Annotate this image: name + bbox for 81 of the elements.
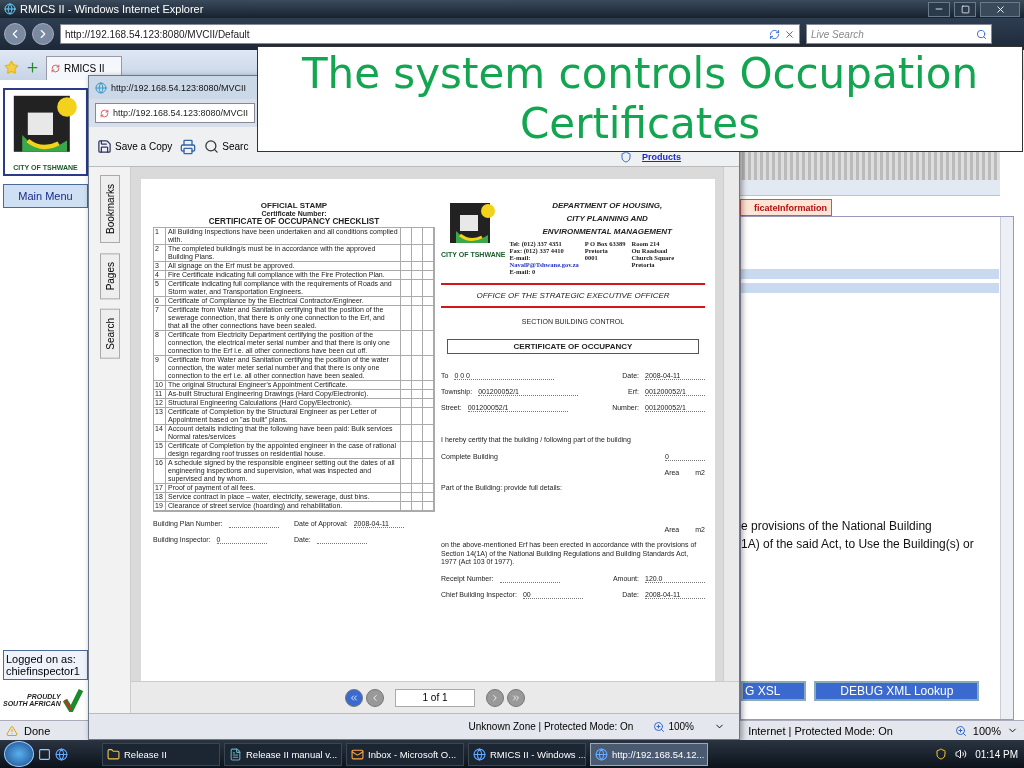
side-tab[interactable]: Search xyxy=(99,309,120,360)
save-copy-button[interactable]: Save a Copy xyxy=(97,139,173,154)
loading-icon xyxy=(51,64,60,73)
previous-icon xyxy=(370,692,380,703)
zone-text: Unknown Zone | Protected Mode: On xyxy=(468,721,634,732)
globe-icon xyxy=(4,3,16,15)
refresh-icon xyxy=(769,28,780,40)
globe-icon xyxy=(95,81,107,94)
mail-icon xyxy=(351,747,364,761)
close-button[interactable] xyxy=(980,1,1020,17)
back-button[interactable] xyxy=(4,23,26,45)
body-text: e provisions of the National Building xyxy=(741,519,933,533)
taskbar-item[interactable]: http://192.168.54.12... xyxy=(590,742,708,766)
zoom-level: 100% xyxy=(668,721,694,732)
products-link[interactable]: Products xyxy=(642,152,681,162)
search-icon xyxy=(976,28,987,40)
shield-icon xyxy=(620,151,632,163)
globe-icon xyxy=(595,747,608,761)
save-icon xyxy=(97,139,112,154)
forward-button[interactable] xyxy=(32,23,54,45)
main-menu-button[interactable]: Main Menu xyxy=(3,184,88,208)
printer-icon[interactable] xyxy=(180,138,197,155)
department-heading: ENVIRONMENTAL MANAGEMENT xyxy=(541,227,674,236)
volume-icon xyxy=(955,748,968,760)
address-field[interactable]: http://192.168.54.123:8080/MVCII/Default xyxy=(60,24,800,44)
slide-title: The system controls Occupation Certificates xyxy=(300,49,980,149)
status-text: Done xyxy=(24,724,51,737)
address-field[interactable]: http://192.168.54.123:8080/MVCII xyxy=(95,103,255,123)
side-tab[interactable]: Bookmarks xyxy=(99,175,120,243)
department-heading: DEPARTMENT OF HOUSING, xyxy=(551,201,664,210)
favorites-star-icon[interactable] xyxy=(4,60,19,75)
loading-icon xyxy=(100,108,109,118)
folder-icon xyxy=(107,747,120,761)
taskbar-item[interactable]: Inbox - Microsoft O... xyxy=(346,742,464,766)
next-page-button[interactable] xyxy=(486,688,504,707)
action-button[interactable]: G XSL xyxy=(741,681,807,701)
body-text: 1A) of the said Act, to Use the Building(s) or xyxy=(741,537,975,551)
zoom-icon xyxy=(653,720,666,733)
zoom-level: 100% xyxy=(972,724,1001,737)
maximize-icon xyxy=(960,4,970,14)
taskbar-item[interactable]: Release II xyxy=(102,742,220,766)
taskbar-item[interactable]: Release II manual v... xyxy=(224,742,342,766)
page-number-field[interactable]: 1 of 1 xyxy=(395,688,475,707)
minimize-button[interactable] xyxy=(928,1,950,17)
office-heading: OFFICE OF THE STRATEGIC EXECUTIVE OFFICER xyxy=(475,291,671,300)
search-button[interactable]: Searc xyxy=(204,139,249,154)
department-heading: CITY PLANNING AND xyxy=(565,214,649,223)
stamp-heading: OFFICIAL STAMP xyxy=(259,201,329,210)
username: chiefinspector1 xyxy=(6,665,81,677)
previous-page-button[interactable] xyxy=(366,688,384,707)
checklist-title: CERTIFICATE OF OCCUPANCY CHECKLIST xyxy=(207,217,381,226)
last-page-icon xyxy=(511,692,521,703)
add-favorite-icon[interactable] xyxy=(25,60,40,75)
last-page-button[interactable] xyxy=(507,688,525,707)
window-title: http://192.168.54.123:8080/MVCII xyxy=(111,82,247,93)
taskbar-item[interactable]: RMICS II - Windows ... xyxy=(468,742,586,766)
maximize-button[interactable] xyxy=(954,1,976,17)
shield-icon xyxy=(935,748,948,760)
start-button[interactable] xyxy=(4,741,34,767)
section-tab[interactable]: ficateInformation xyxy=(740,199,832,216)
document-icon xyxy=(229,747,242,761)
search-field[interactable]: Live Search xyxy=(806,24,992,44)
window-title: RMICS II - Windows Internet Explorer xyxy=(20,3,204,15)
side-tab[interactable]: Pages xyxy=(99,253,120,300)
logged-on-label: Logged on as: xyxy=(6,653,77,665)
first-page-icon xyxy=(349,692,359,703)
next-icon xyxy=(490,692,500,703)
stop-icon xyxy=(784,28,795,40)
certificate-title: CERTIFICATE OF OCCUPANCY xyxy=(447,339,699,354)
globe-icon[interactable] xyxy=(55,747,68,761)
zoom-icon xyxy=(954,724,967,737)
clock: 01:14 PM xyxy=(975,748,1018,760)
action-button[interactable]: DEBUG XML Lookup xyxy=(814,681,980,701)
globe-icon xyxy=(473,747,486,761)
first-page-button[interactable] xyxy=(345,688,363,707)
search-icon xyxy=(204,139,220,154)
browser-tab[interactable]: RMICS II xyxy=(46,56,122,80)
close-icon xyxy=(994,3,1006,15)
warning-icon xyxy=(6,724,18,737)
zone-text: Internet | Protected Mode: On xyxy=(748,724,893,737)
flag-check-drawing xyxy=(62,688,83,712)
